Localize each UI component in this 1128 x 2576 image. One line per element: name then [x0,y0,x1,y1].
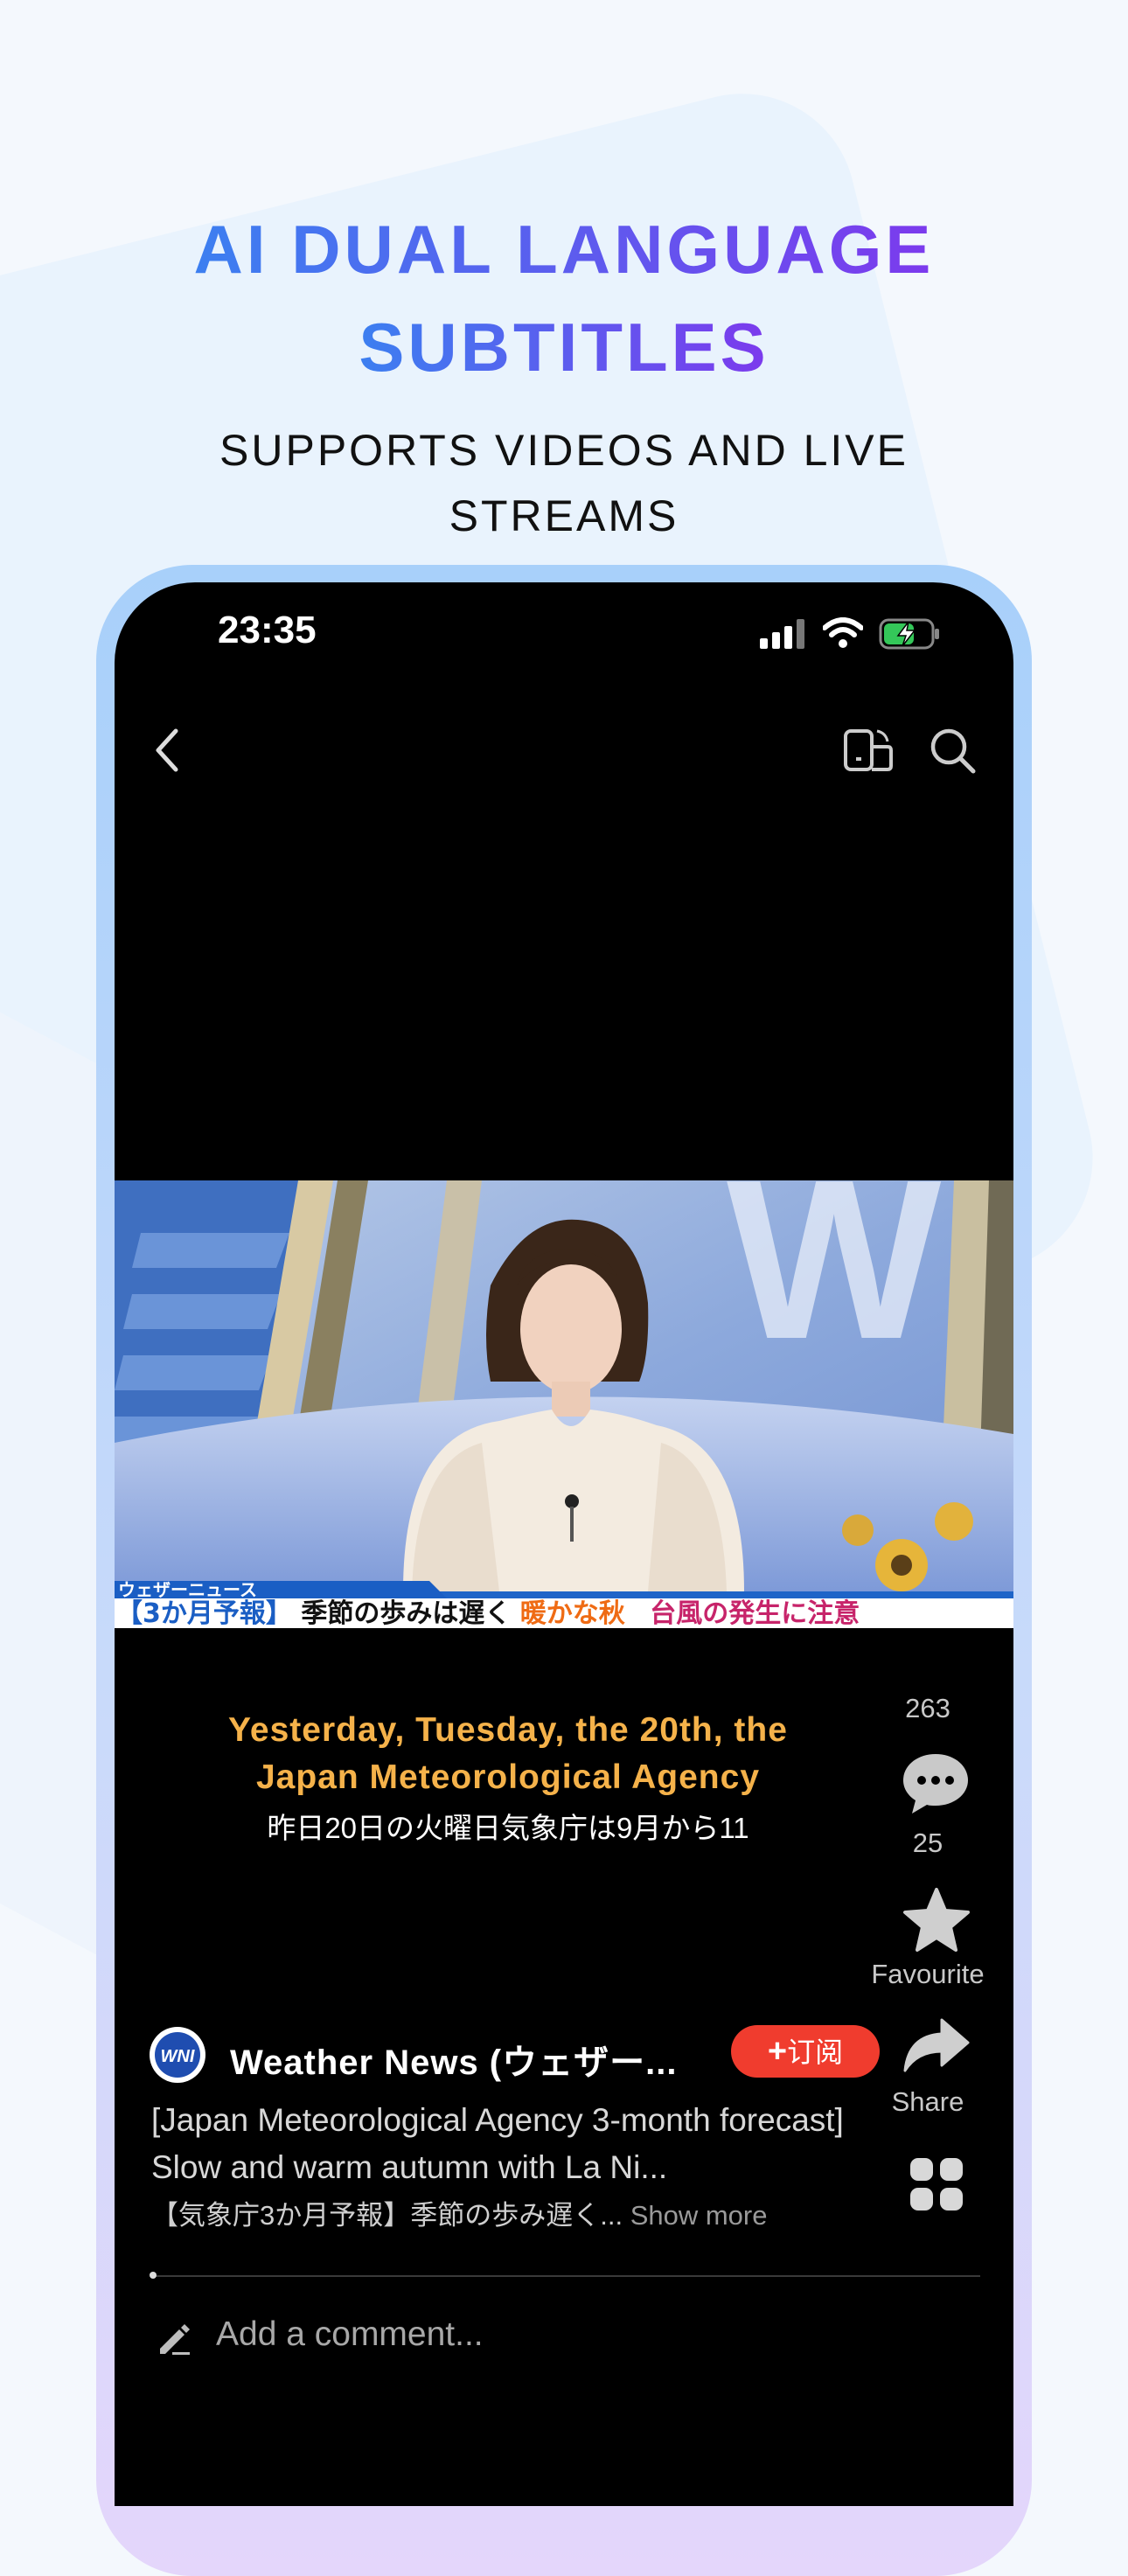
video-player[interactable]: WN ウェザーニュース 【3か月予報 [115,1180,1013,1628]
back-icon[interactable] [150,726,185,775]
subscribe-label: 订阅 [787,2036,844,2068]
divider-dot [150,2272,157,2279]
subtitle-japanese: 昨日20日の火曜日気象庁は9月から11 [267,1812,749,1844]
share-arrow-icon[interactable] [902,2016,971,2074]
channel-logo: WNI [151,2029,204,2081]
wifi-icon [823,617,863,648]
subscribe-button[interactable]: +订阅 [731,2025,880,2078]
video-description-japanese: 【気象庁3か月予報】季節の歩み遅く... Show more [151,2193,860,2232]
ticker-part-3: 暖かな秋 [520,1598,625,1628]
likes-count: 263 [905,1693,950,1723]
comments-count: 25 [912,1828,943,1858]
favourite-label: Favourite [871,1959,985,1989]
share-label: Share [891,2086,964,2117]
promo-title-line1: AI DUAL LANGUAGE [193,211,935,288]
show-more-link[interactable]: Show more [630,2200,768,2231]
status-time: 23:35 [218,609,317,651]
video-description[interactable]: [Japan Meteorological Agency 3-month for… [151,2097,851,2191]
description-japanese-text: 【気象庁3か月予報】季節の歩み遅く... [151,2200,630,2231]
search-icon[interactable] [928,726,978,776]
edit-pen-icon [160,2324,190,2355]
cellular-signal-icon [760,619,804,649]
channel-name[interactable]: Weather News (ウェザー... [230,2034,677,2085]
ticker-part-4: 台風の発生に注意 [650,1598,860,1628]
banner-tag-text: ウェザーニュース [118,1579,257,1600]
phone-screen: 23:35 W ウェザーニュース 【3か月予報】 季節の歩みは遅く 暖かな秋 台… [115,582,1013,2506]
battery-charging-icon [879,618,939,650]
divider [151,2275,980,2277]
promo-subtitle-line2: STREAMS [449,491,679,540]
plus-icon: + [767,2033,788,2070]
ticker-text: 【3か月予報】 季節の歩みは遅く 暖かな秋 台風の発生に注意 [116,1598,860,1628]
rotate-screen-icon[interactable] [842,726,895,775]
star-icon[interactable] [902,1887,971,1953]
promo-title-line2: SUBTITLES [359,309,769,386]
ticker-part-1: 【3か月予報】 [116,1598,292,1628]
ticker-part-2: 季節の歩みは遅く [301,1598,511,1628]
chat-bubble-icon[interactable] [900,1751,971,1817]
grid-apps-icon[interactable] [909,2156,964,2212]
comment-input[interactable] [216,2315,828,2354]
channel-logo-text: WNI [161,2047,195,2066]
subtitle-english: Yesterday, Tuesday, the 20th, the Japan … [228,1711,788,1796]
video-frame-image: WN ウェザーニュース 【3か月予報 [115,1180,1013,1628]
promo-subtitle-line1: SUPPORTS VIDEOS AND LIVE [219,426,909,475]
channel-avatar[interactable]: WNI [150,2027,205,2083]
